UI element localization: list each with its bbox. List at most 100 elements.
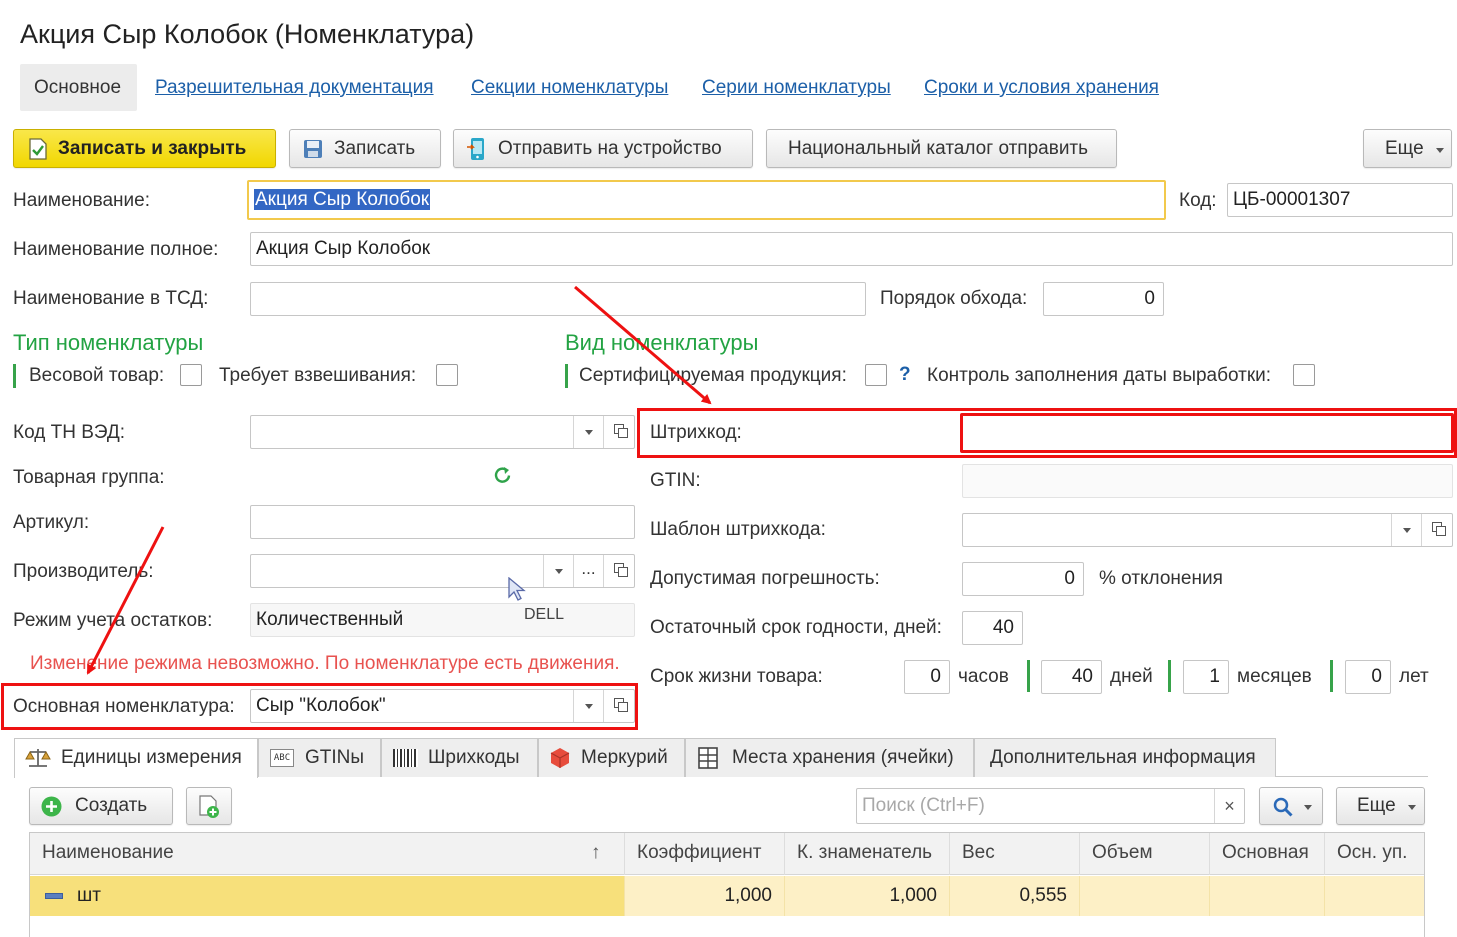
main-item-label: Основная номенклатура: [13,696,235,717]
column-header-volume[interactable]: Объем [1080,833,1210,875]
name-input[interactable]: Акция Сыр Колобок [247,180,1166,220]
table-row[interactable]: шт 1,000 1,000 0,555 [30,876,1424,916]
chevron-down-icon [1304,805,1312,810]
tab-storage-cells[interactable]: Места хранения (ячейки) [685,738,974,777]
production-date-control-checkbox[interactable] [1293,364,1315,386]
column-header-coef[interactable]: Коэффициент [625,833,785,875]
dropdown-icon[interactable] [573,416,603,448]
more-dots-icon[interactable]: ... [573,555,603,587]
certified-checkbox[interactable] [865,364,887,386]
tnved-select[interactable] [250,415,635,449]
mobile-device-icon [467,138,484,160]
months-unit: месяцев [1237,666,1312,687]
barcode-input[interactable] [960,413,1454,453]
column-header-main[interactable]: Основная [1210,833,1325,875]
warning-message: Изменение режима невозможно. По номенкла… [30,653,620,674]
code-field[interactable]: ЦБ-00001307 [1227,183,1453,217]
hours-unit: часов [958,666,1009,687]
copy-button[interactable] [186,787,232,825]
traverse-order-label: Порядок обхода: [880,288,1028,309]
traverse-order-input[interactable]: 0 [1043,282,1164,316]
save-button[interactable]: Записать [289,129,441,168]
lifetime-divider [1027,660,1030,692]
column-header-main-pack[interactable]: Осн. уп. [1325,833,1424,875]
tab-units-label: Единицы измерения [61,747,242,768]
article-input[interactable] [250,505,635,539]
lifetime-years-input[interactable]: 0 [1345,660,1391,694]
tab-mercury[interactable]: Меркурий [538,738,685,777]
search-icon [1273,797,1293,817]
weight-item-checkbox[interactable] [180,364,202,386]
open-icon[interactable] [603,690,633,722]
full-name-input[interactable]: Акция Сыр Колобок [250,232,1453,266]
nav-tab-series[interactable]: Серии номенклатуры [702,77,891,99]
column-header-name-label: Наименование [42,842,174,863]
stock-mode-field: Количественный [250,603,635,637]
dropdown-icon[interactable] [1391,514,1421,546]
plus-circle-icon [41,796,62,817]
units-more-button[interactable]: Еще [1336,787,1425,825]
nav-tab-permits[interactable]: Разрешительная документация [155,77,434,99]
weight-item-label: Весовой товар: [29,365,165,386]
dropdown-icon[interactable] [543,555,573,587]
chevron-down-icon [1408,805,1416,810]
lifetime-divider [1330,660,1333,692]
tab-gtins[interactable]: ABC GTINы [258,738,381,777]
certified-label: Сертифицируемая продукция: [579,365,847,386]
lifetime-days-input[interactable]: 40 [1041,660,1102,694]
help-icon[interactable]: ? [899,364,911,386]
send-device-button[interactable]: Отправить на устройство [453,129,753,168]
chevron-down-icon [1436,148,1444,153]
lifetime-hours-input[interactable]: 0 [904,660,950,694]
window-title: Акция Сыр Колобок (Номенклатура) [20,19,475,49]
tab-additional-info-label: Дополнительная информация [990,747,1256,768]
tab-additional-info[interactable]: Дополнительная информация [974,738,1276,777]
tab-mercury-label: Меркурий [581,747,668,768]
national-catalog-label: Национальный каталог отправить [788,138,1089,159]
document-check-icon [29,138,47,160]
requires-weighing-checkbox[interactable] [436,364,458,386]
abc-icon: ABC [270,749,294,767]
lifetime-months-input[interactable]: 1 [1183,660,1229,694]
nav-tab-sections[interactable]: Секции номенклатуры [471,77,668,99]
tab-storage-cells-label: Места хранения (ячейки) [732,747,954,768]
dropdown-icon[interactable] [573,690,603,722]
tolerance-label: Допустимая погрешность: [650,568,880,589]
save-close-button[interactable]: Записать и закрыть [13,129,276,168]
tsd-name-input[interactable] [250,282,866,316]
send-device-label: Отправить на устройство [498,138,722,159]
national-catalog-button[interactable]: Национальный каталог отправить [766,129,1117,168]
nav-tab-storage[interactable]: Сроки и условия хранения [924,77,1159,99]
search-button[interactable] [1259,787,1323,825]
open-icon[interactable] [1421,514,1451,546]
column-header-denom[interactable]: К. знаменатель [785,833,950,875]
kind-group-bar [565,364,568,388]
lifetime-divider [1168,660,1171,692]
barcode-template-select[interactable] [962,513,1453,547]
tab-barcodes[interactable]: Шрихкоды [381,738,538,777]
cube-icon [550,748,570,768]
create-label: Создать [75,795,148,816]
search-input[interactable]: Поиск (Ctrl+F) × [856,788,1245,824]
manufacturer-label: Производитель: [13,561,154,582]
open-icon[interactable] [603,416,633,448]
tnved-label: Код ТН ВЭД: [13,422,126,443]
mouse-cursor-icon [508,577,526,601]
create-button[interactable]: Создать [29,787,173,825]
more-button[interactable]: Еще [1363,129,1452,168]
main-item-select[interactable]: Сыр "Колобок" [250,689,635,723]
barcode-icon [393,749,418,767]
nav-tab-main[interactable]: Основное [20,64,137,111]
open-icon[interactable] [603,555,633,587]
gtin-field [962,464,1453,498]
tab-units[interactable]: Единицы измерения [14,738,258,778]
tolerance-input[interactable]: 0 [962,562,1084,596]
refresh-icon[interactable] [492,465,513,486]
column-header-name[interactable]: Наименование ↑ [30,833,625,875]
clear-icon[interactable]: × [1214,789,1244,823]
tsd-name-label: Наименование в ТСД: [13,288,209,309]
column-header-weight[interactable]: Вес [950,833,1080,875]
name-input-value: Акция Сыр Колобок [254,189,431,210]
residual-shelf-input[interactable]: 40 [962,611,1023,645]
manufacturer-select[interactable]: ... [250,554,635,588]
